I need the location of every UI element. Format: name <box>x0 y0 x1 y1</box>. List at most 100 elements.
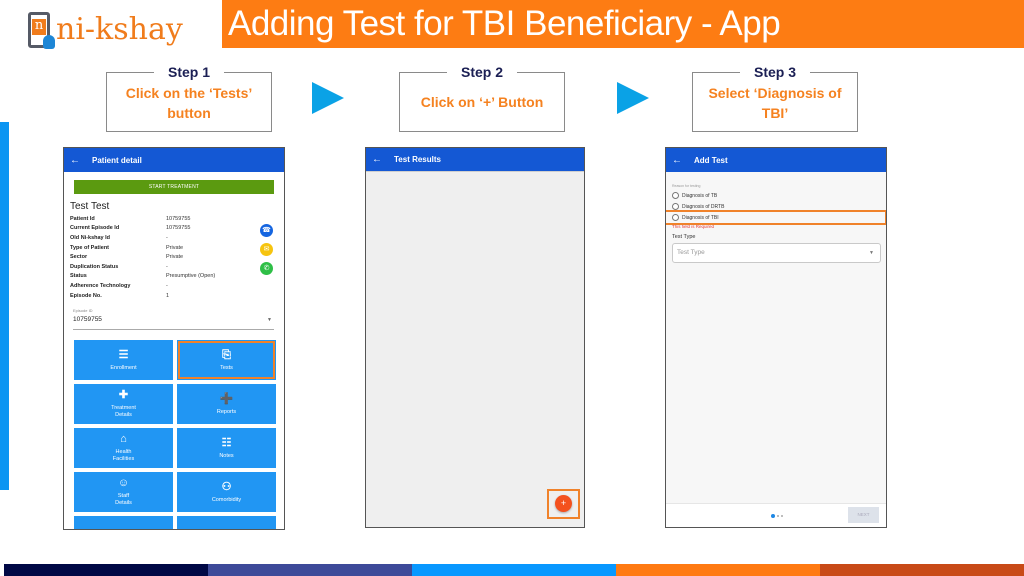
info-row: Adherence Technology - <box>70 281 284 291</box>
comorbidity-icon: ⚇ <box>221 480 232 493</box>
tile-treatment-details[interactable]: ✚ Treatment Details <box>74 384 173 425</box>
phone-icon[interactable]: ☎ <box>260 224 273 237</box>
action-tiles: ☰ Enrollment ⎘ Tests ✚ Treatment Details… <box>74 340 284 529</box>
patient-name: Test Test <box>70 201 110 212</box>
info-value: - <box>166 234 168 241</box>
page-dot <box>777 515 779 517</box>
info-row: Status Presumptive (Open) <box>70 272 284 282</box>
test-type-placeholder: Test Type <box>677 249 705 256</box>
tile-location[interactable]: ◎ <box>177 516 276 529</box>
people-icon: ☻ <box>118 528 130 529</box>
back-arrow-icon[interactable]: ← <box>64 155 86 166</box>
step-1-description: Click on the ‘Tests’ button <box>125 85 253 121</box>
app-bar-title: Patient detail <box>92 155 142 165</box>
strip-segment <box>208 564 412 576</box>
app-bar: ← Add Test <box>666 148 886 172</box>
fab-highlight: + <box>547 489 580 519</box>
info-value: 10759755 <box>166 225 191 232</box>
next-button[interactable]: NEXT <box>848 507 879 523</box>
patient-detail-screen: ← Patient detail START TREATMENT Test Te… <box>63 147 285 530</box>
tile-reports[interactable]: ➕ Reports <box>177 384 276 425</box>
radio-circle-icon[interactable] <box>672 203 679 210</box>
info-key: Patient Id <box>70 215 95 222</box>
step-2-label: Step 2 <box>446 64 518 80</box>
message-icon[interactable]: ✉ <box>260 243 273 256</box>
tile-enrollment[interactable]: ☰ Enrollment <box>74 340 173 381</box>
info-value: Private <box>166 254 184 261</box>
start-treatment-button[interactable]: START TREATMENT <box>74 180 274 194</box>
whatsapp-icon[interactable]: ✆ <box>260 262 273 275</box>
tile-label: Reports <box>216 408 237 415</box>
strip-segment <box>412 564 616 576</box>
info-row: Episode No. 1 <box>70 291 284 301</box>
step-3-label: Step 3 <box>739 64 811 80</box>
tile-contacts[interactable]: ☻ <box>74 516 173 529</box>
radio-label: Diagnosis of DRTB <box>682 203 725 210</box>
radio-label: Diagnosis of TBI <box>682 214 719 221</box>
tile-label: Enrollment <box>110 364 137 371</box>
app-bar: ← Patient detail <box>64 148 284 172</box>
step-1-box: Step 1 Click on the ‘Tests’ button <box>106 64 272 132</box>
file-add-icon: ➕ <box>219 392 234 405</box>
tile-label: Health Facilities <box>112 449 135 463</box>
tile-notes[interactable]: ☷ Notes <box>177 428 276 469</box>
info-value: 1 <box>166 292 170 299</box>
info-key: Sector <box>70 254 88 261</box>
episode-id-label: Episode ID <box>73 308 93 314</box>
radio-circle-icon[interactable] <box>672 214 679 221</box>
slide: n ni-kshay Adding Test for TBI Beneficia… <box>0 0 1024 576</box>
left-accent-bar <box>0 122 9 490</box>
app-bar: ← Test Results <box>366 148 584 172</box>
info-row: Duplication Status - <box>70 262 284 272</box>
hand-icon <box>43 35 55 49</box>
clipboard-list-icon: ☰ <box>118 348 129 361</box>
footer: NEXT <box>666 503 886 527</box>
tile-label: Notes <box>219 452 234 459</box>
radio-diagnosis-tb[interactable]: Diagnosis of TB <box>672 190 886 201</box>
tile-label: Staff Details <box>115 493 132 507</box>
info-value: - <box>166 282 168 289</box>
person-icon: ☺ <box>117 477 130 490</box>
step-3-description: Select ‘Diagnosis of TBI’ <box>708 85 842 121</box>
step-1-label: Step 1 <box>153 64 225 80</box>
tile-health-facilities[interactable]: ⌂ Health Facilities <box>74 428 173 469</box>
info-row: Type of Patient Private <box>70 243 284 253</box>
info-value: Presumptive (Open) <box>166 273 216 280</box>
info-row: Sector Private <box>70 252 284 262</box>
radio-circle-icon[interactable] <box>672 192 679 199</box>
add-test-button[interactable]: + <box>555 495 572 512</box>
gps-icon: ◎ <box>222 528 232 529</box>
info-key: Episode No. <box>70 292 102 299</box>
page-indicator <box>771 514 783 518</box>
radio-diagnosis-tbi[interactable]: Diagnosis of TBI <box>666 210 886 225</box>
tile-staff-details[interactable]: ☺ Staff Details <box>74 472 173 513</box>
test-results-screen: ← Test Results + <box>365 147 585 528</box>
page-dot <box>781 515 783 517</box>
episode-id-select[interactable]: Episode ID 10759755 ▼ <box>73 308 274 331</box>
info-value: 10759755 <box>166 215 191 222</box>
dropdown-arrow-icon: ▼ <box>869 250 874 256</box>
episode-id-value: 10759755 <box>73 316 102 324</box>
reason-label: Reason for testing <box>672 184 701 188</box>
back-arrow-icon[interactable]: ← <box>366 154 388 165</box>
step-2-box: Step 2 Click on ‘+’ Button <box>399 64 565 132</box>
back-arrow-icon[interactable]: ← <box>666 155 688 166</box>
logo-badge: n <box>32 19 46 35</box>
medical-plus-icon: ✚ <box>118 389 129 402</box>
title-bar: Adding Test for TBI Beneficiary - App <box>222 0 1024 48</box>
tile-label: Comorbidity <box>211 496 242 503</box>
info-key: Duplication Status <box>70 263 119 270</box>
info-key: Old Ni-kshay Id <box>70 234 111 241</box>
info-key: Current Episode Id <box>70 225 120 232</box>
add-test-screen: ← Add Test Reason for testing Diagnosis … <box>665 147 887 528</box>
test-type-select[interactable]: Test Type ▼ <box>672 243 881 263</box>
radio-label: Diagnosis of TB <box>682 192 718 199</box>
strip-segment <box>4 564 208 576</box>
phone-logo-icon: n <box>28 12 55 49</box>
test-type-label: Test Type <box>672 234 696 240</box>
radio-diagnosis-drtb[interactable]: Diagnosis of DRTB <box>672 201 886 212</box>
tile-comorbidity[interactable]: ⚇ Comorbidity <box>177 472 276 513</box>
page-dot-active <box>771 514 775 518</box>
tile-tests[interactable]: ⎘ Tests <box>177 340 276 381</box>
info-row: Current Episode Id 10759755 <box>70 224 284 234</box>
